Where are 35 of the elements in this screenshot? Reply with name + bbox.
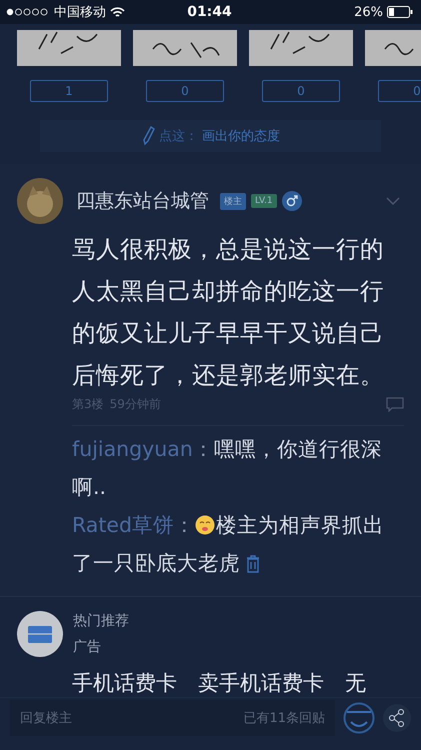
- share-icon[interactable]: [383, 704, 411, 732]
- vote-count[interactable]: 1: [30, 80, 108, 102]
- wifi-icon: [110, 6, 125, 18]
- battery-icon: [386, 6, 413, 18]
- delete-icon[interactable]: [246, 555, 260, 573]
- author-name[interactable]: 四惠东站台城管: [76, 188, 209, 214]
- username-link[interactable]: fujiangyuan: [72, 437, 193, 461]
- reply-text: Rated草饼： 楼主为相声界抓出了一只卧底大老虎: [72, 512, 386, 577]
- male-icon: [282, 191, 302, 211]
- chevron-down-icon[interactable]: [386, 197, 400, 205]
- pencil-icon: [141, 126, 155, 146]
- reply-text: fujiangyuan：嘿嘿，你道行很深啊..: [72, 436, 383, 501]
- reply-input[interactable]: 回复楼主 已有11条回贴: [10, 700, 335, 736]
- carrier-text: 中国移动: [54, 4, 106, 21]
- battery-text: 26%: [354, 4, 383, 20]
- reply-placeholder: 回复楼主: [20, 710, 72, 727]
- vote-count[interactable]: 0: [378, 80, 421, 102]
- ad-text[interactable]: 手机话费卡 卖手机话费卡 无: [72, 669, 404, 697]
- smiley-icon[interactable]: [343, 702, 375, 734]
- post-text: 骂人很积极，总是说这一行的人太黑自己却拼命的吃这一行的饭又让儿子早早干又说自己后悔死了，还是郭老师实在。: [72, 234, 385, 391]
- user-badge: 楼主: [220, 192, 246, 210]
- signal-icon: [6, 8, 50, 16]
- briefcase-icon: [17, 611, 63, 657]
- username-link[interactable]: Rated草饼: [72, 513, 174, 537]
- comment-icon[interactable]: [386, 397, 404, 412]
- vote-count[interactable]: 0: [262, 80, 340, 102]
- draw-prompt-button[interactable]: 点这： 画出你的态度: [40, 120, 381, 152]
- ad-title: 热门推荐: [73, 612, 129, 630]
- emoji-icon: [195, 515, 216, 535]
- ad-label: 广告: [73, 638, 102, 656]
- vote-count[interactable]: 0: [146, 80, 224, 102]
- reply-count-text: 已有11条回贴: [243, 710, 325, 727]
- clock-text: 01:44: [187, 4, 232, 20]
- avatar[interactable]: [17, 178, 63, 224]
- user-badge: LV.1: [251, 194, 277, 208]
